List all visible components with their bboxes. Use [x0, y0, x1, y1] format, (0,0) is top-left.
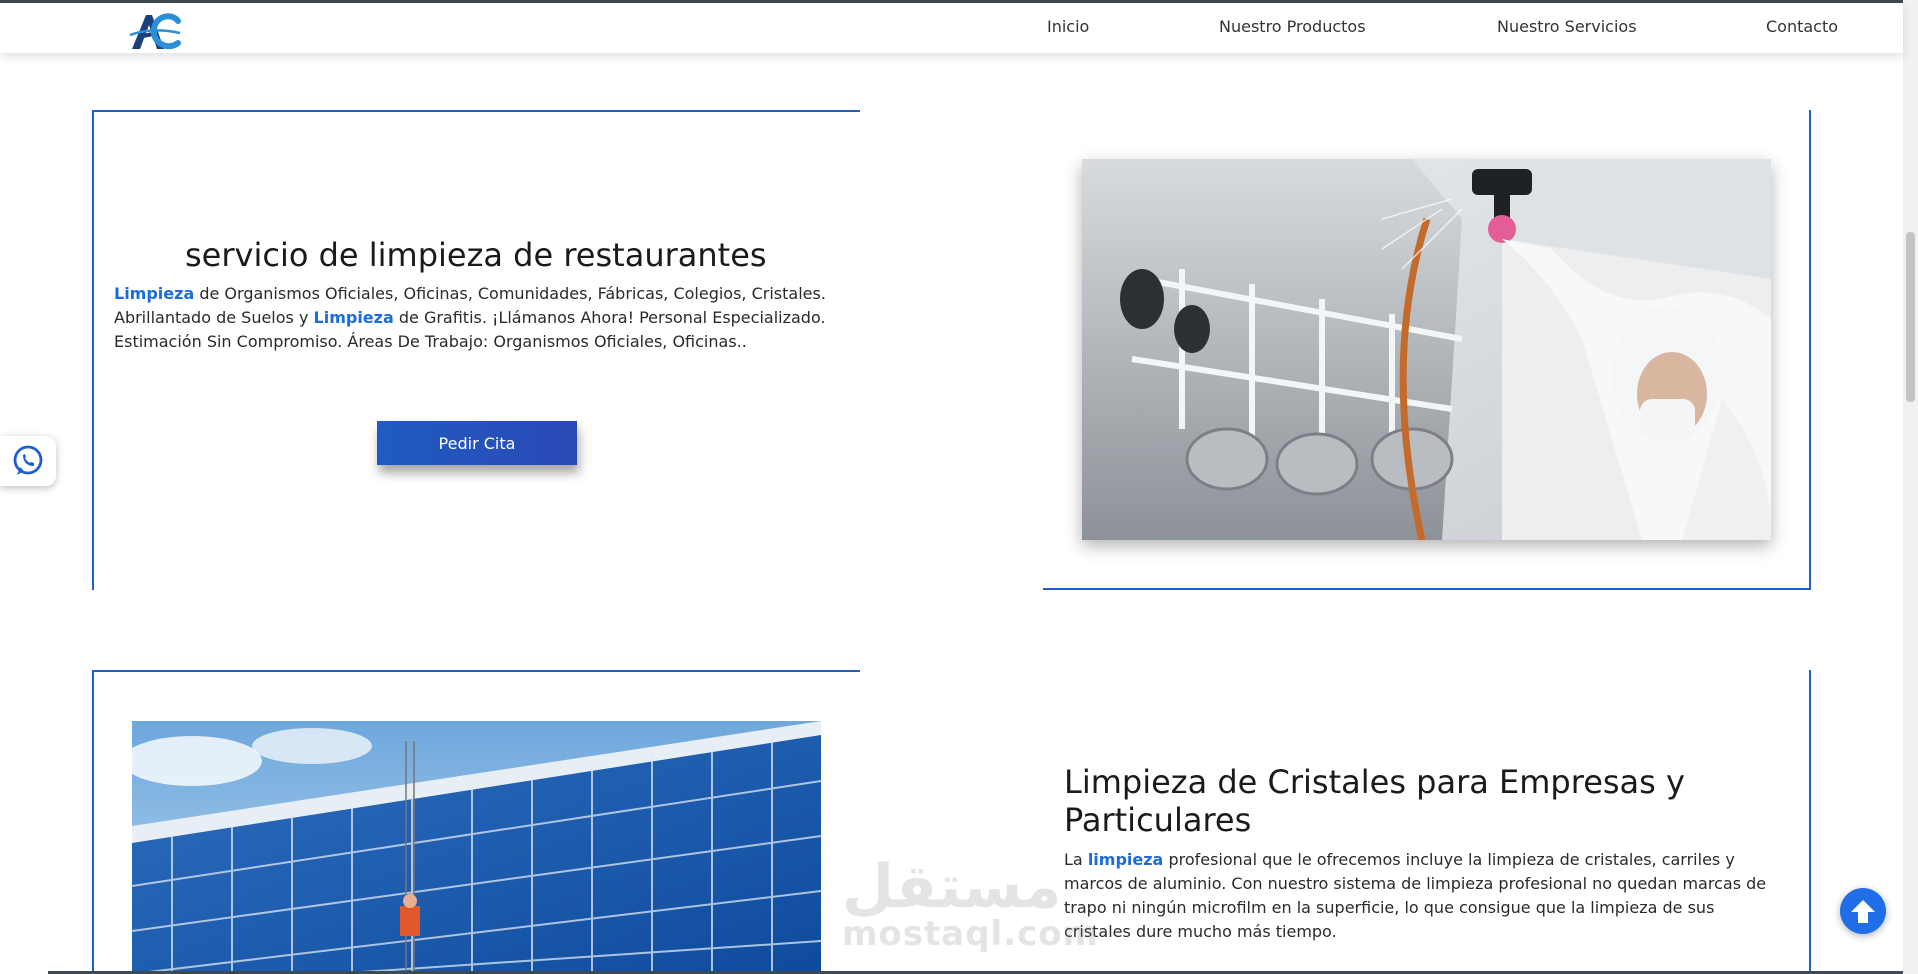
frame-line — [1809, 670, 1811, 974]
title-line: Limpieza de Cristales para Empresas y — [1064, 763, 1685, 801]
section-text-cristales: La limpieza profesional que le ofrecemos… — [1064, 848, 1799, 944]
text-span: trapo ni ningún microfilm en la superfic… — [1064, 898, 1715, 917]
scrollbar-thumb[interactable] — [1906, 232, 1915, 402]
nav-inicio[interactable]: Inicio — [1047, 17, 1089, 36]
text-span: profesional que le ofrecemos incluye la … — [1163, 850, 1735, 869]
watermark-word: مستقل — [842, 852, 1062, 922]
keyword-link[interactable]: Limpieza — [314, 308, 394, 327]
frame-line — [92, 110, 94, 590]
text-span: de Organismos Oficiales, Oficinas, Comun… — [194, 284, 826, 303]
whatsapp-icon — [13, 445, 43, 475]
text-span: Abrillantado de Suelos y — [114, 308, 314, 327]
logo[interactable] — [128, 11, 182, 53]
nav-servicios[interactable]: Nuestro Servicios — [1497, 17, 1637, 36]
frame-line — [1043, 588, 1811, 590]
watermark-site: mostaql.com — [842, 914, 1100, 954]
navbar: Inicio Nuestro Productos Nuestro Servici… — [0, 3, 1903, 53]
section-title-cristales: Limpieza de Cristales para Empresas y Pa… — [1064, 763, 1804, 839]
scroll-top-button[interactable] — [1840, 888, 1886, 934]
scrollbar-track[interactable] — [1903, 0, 1918, 974]
text-span: Estimación Sin Compromiso. Áreas De Trab… — [114, 332, 747, 351]
watermark: مستقل mostaql.com — [842, 852, 1098, 954]
text-span: cristales dure mucho más tiempo. — [1064, 922, 1337, 941]
text-span: de Grafitis. ¡Llámanos Ahora! Personal E… — [393, 308, 826, 327]
window-cleaning-image — [132, 721, 821, 974]
frame-line — [1809, 110, 1811, 590]
keyword-link[interactable]: limpieza — [1088, 850, 1164, 869]
frame-line — [92, 110, 860, 112]
section-text-restaurantes: Limpieza de Organismos Oficiales, Oficin… — [114, 282, 834, 354]
text-span: marcos de aluminio. Con nuestro sistema … — [1064, 874, 1767, 893]
arrow-up-icon — [1851, 900, 1875, 923]
nav-productos[interactable]: Nuestro Productos — [1219, 17, 1366, 36]
keyword-link[interactable]: Limpieza — [114, 284, 194, 303]
restaurant-cleaning-image — [1082, 159, 1771, 540]
whatsapp-button[interactable] — [0, 436, 56, 486]
frame-line — [92, 670, 860, 672]
frame-line — [92, 670, 94, 974]
pedir-cita-button[interactable]: Pedir Cita — [377, 421, 577, 465]
section-title-restaurantes: servicio de limpieza de restaurantes — [185, 236, 767, 274]
nav-contacto[interactable]: Contacto — [1766, 17, 1838, 36]
title-line: Particulares — [1064, 801, 1252, 839]
